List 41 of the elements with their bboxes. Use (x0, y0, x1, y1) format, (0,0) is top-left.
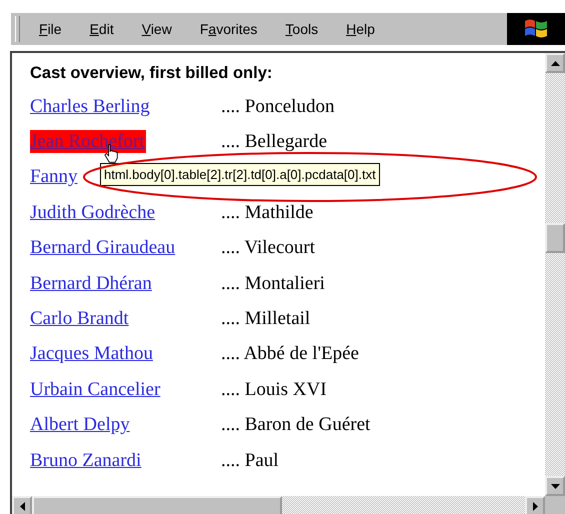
actor-link[interactable]: Carlo Brandt (30, 307, 131, 330)
menu-item[interactable]: View (142, 21, 172, 37)
role-text: .... Ponceludon (221, 96, 334, 118)
tooltip: html.body[0].table[2].tr[2].td[0].a[0].pcdata[0].txt (100, 163, 380, 186)
actor-link[interactable]: Bernard Giraudeau (30, 236, 178, 260)
menu-item[interactable]: Help (346, 21, 375, 37)
actor-link[interactable]: Albert Delpy (30, 413, 132, 436)
role-text: .... Montalieri (221, 272, 325, 295)
vertical-scrollbar[interactable] (545, 53, 565, 496)
down-arrow-icon (550, 484, 560, 488)
role-text: .... Milletail (221, 308, 310, 330)
up-arrow-icon (550, 60, 560, 66)
scroll-up-button[interactable] (545, 53, 565, 73)
scroll-thumb[interactable] (32, 496, 282, 514)
menu-item[interactable]: Edit (90, 21, 114, 37)
role-text: .... Baron de Guéret (221, 414, 370, 436)
left-arrow-icon (20, 502, 24, 510)
actor-link[interactable]: Urbain Cancelier (30, 378, 162, 401)
horizontal-scrollbar[interactable] (12, 496, 545, 514)
actor-link[interactable]: Bruno Zanardi (30, 448, 144, 472)
role-text: .... Paul (221, 450, 279, 472)
scroll-left-button[interactable] (12, 496, 32, 514)
page-heading: Cast overview, first billed only: (30, 63, 274, 84)
scroll-down-button[interactable] (545, 476, 565, 496)
actor-link[interactable]: Bernard Dhéran (30, 272, 154, 295)
scroll-right-button[interactable] (525, 496, 545, 514)
actor-link[interactable]: Charles Berling (30, 94, 152, 118)
actor-link[interactable]: Judith Godrèche (30, 200, 158, 224)
right-arrow-icon (532, 502, 538, 510)
actor-link[interactable]: Fanny (30, 165, 80, 188)
menu-item[interactable]: Tools (285, 21, 318, 37)
role-text: .... Bellegarde (221, 131, 328, 154)
role-text: .... Abbé de l'Epée (221, 343, 359, 366)
role-text: .... Mathilde (221, 202, 314, 224)
role-text: .... Louis XVI (221, 378, 327, 401)
scrollbar-corner (545, 496, 565, 514)
actor-link[interactable]: Jacques Mathou (30, 342, 155, 366)
menu-item[interactable]: File (39, 21, 62, 37)
scroll-thumb[interactable] (545, 223, 565, 253)
menu-item[interactable]: Favorites (200, 21, 258, 37)
role-text: .... Vilecourt (221, 237, 316, 260)
